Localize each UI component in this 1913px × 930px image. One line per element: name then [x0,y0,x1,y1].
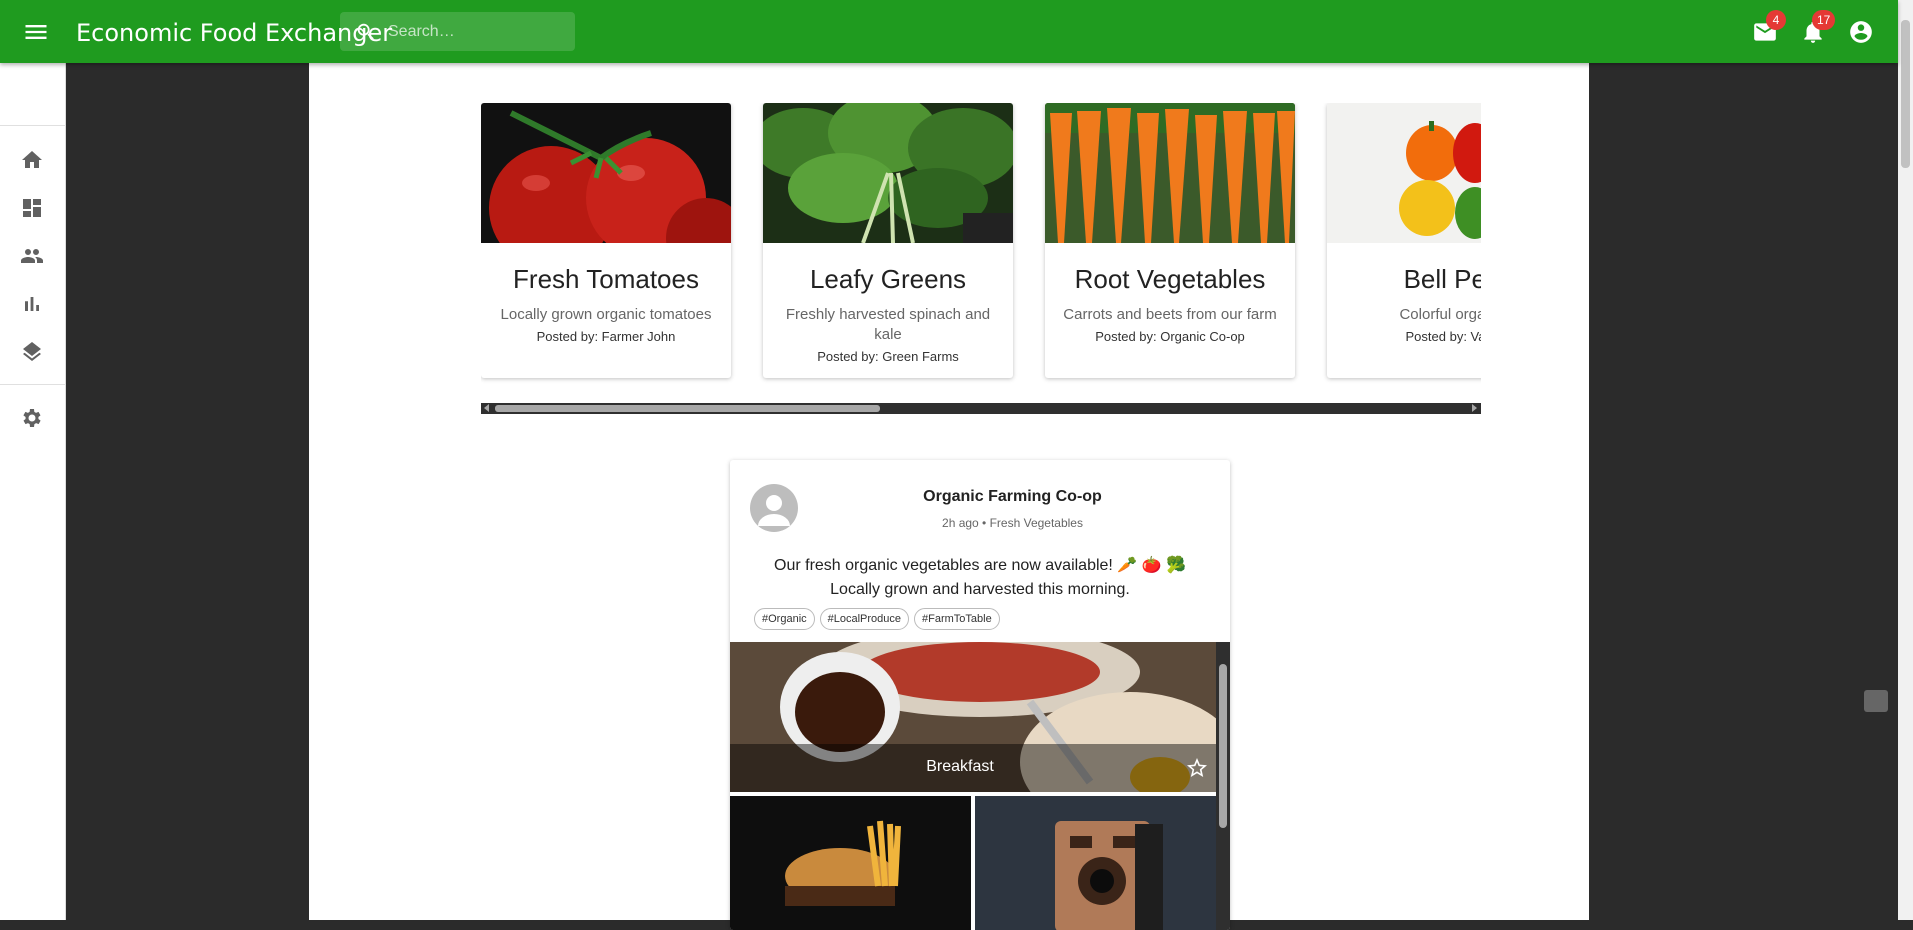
product-title: Root Vegetables [1074,264,1266,294]
product-card[interactable]: Fresh Tomatoes Locally grown organic tom… [481,103,731,378]
product-description: Freshly harvested spinach and kale [785,306,991,343]
product-card[interactable]: Leafy Greens Freshly harvested spinach a… [763,103,1013,378]
vintage-camera-image[interactable] [975,796,1216,930]
page-scrollbar[interactable] [1898,0,1913,920]
carousel-scrollbar[interactable] [481,403,1481,414]
search-input[interactable] [388,20,568,44]
product-title: Leafy Greens [809,264,967,294]
search-icon [357,23,374,40]
mail-icon[interactable]: 4 [1752,10,1786,45]
tag-chip[interactable]: #Organic [754,608,815,630]
post-text-line: Locally grown and harvested this morning… [830,581,1130,598]
post-text: Our fresh organic vegetables are now ava… [750,554,1210,602]
app-bar: Economic Food Exchanger 4 17 [0,0,1898,63]
product-card[interactable]: Bell Pep Colorful organic Posted by: Val… [1327,103,1481,378]
side-navigation [0,63,66,920]
tomatoes-image [481,103,731,278]
product-description: Colorful organic [1399,306,1481,323]
leafy-greens-image [763,103,1013,244]
product-poster: Posted by: Organic Co-op [1095,329,1245,344]
product-description: Locally grown organic tomatoes [500,306,712,323]
burger-image[interactable] [730,796,971,930]
dashboard-icon[interactable] [20,196,44,220]
tag-chip[interactable]: #LocalProduce [819,608,910,630]
tag-chip[interactable]: #FarmToTable [914,608,1000,630]
post-text-line: Our fresh organic vegetables are now ava… [774,557,1186,574]
post-card: Organic Farming Co-op 2h ago • Fresh Veg… [730,460,1230,930]
post-author[interactable]: Organic Farming Co-op [730,488,1230,506]
layers-icon[interactable] [20,340,44,364]
notification-count-badge: 17 [1812,10,1836,30]
account-circle-icon[interactable] [1848,19,1874,45]
star-icon[interactable] [1185,756,1209,780]
gallery-scrollbar[interactable] [1216,642,1230,930]
image-caption: Breakfast [926,758,994,775]
bell-peppers-image [1327,103,1481,243]
product-carousel[interactable]: Fresh Tomatoes Locally grown organic tom… [481,103,1481,443]
scrollbar-thumb[interactable] [495,405,880,412]
main-content: Fresh Tomatoes Locally grown organic tom… [309,63,1589,930]
product-description: Carrots and beets from our farm [1063,306,1277,323]
product-title: Bell Pep [1403,264,1481,294]
search-box[interactable] [340,12,575,51]
dev-tools-icon[interactable] [1864,690,1888,712]
product-poster: Posted by: Valle [1405,329,1482,344]
post-meta: 2h ago • Fresh Vegetables [942,516,1083,530]
menu-icon[interactable] [22,18,50,46]
people-icon[interactable] [20,244,44,268]
product-card[interactable]: Root Vegetables Carrots and beets from o… [1045,103,1295,378]
image-gallery[interactable]: Breakfast [730,642,1230,930]
scrollbar-thumb[interactable] [1219,664,1227,828]
scroll-right-arrow-icon[interactable] [1472,404,1477,412]
scroll-left-arrow-icon[interactable] [484,404,489,412]
divider [0,384,66,385]
home-icon[interactable] [20,148,44,172]
scrollbar-thumb[interactable] [1901,20,1910,168]
product-poster: Posted by: Green Farms [817,349,959,364]
bell-icon[interactable]: 17 [1800,10,1836,45]
product-title: Fresh Tomatoes [513,264,699,294]
divider [0,125,66,126]
settings-icon[interactable] [20,406,44,430]
bar-chart-icon[interactable] [20,292,44,316]
post-tags: #Organic #LocalProduce #FarmToTable [754,608,1000,630]
image-caption-bar: Breakfast [730,744,1216,792]
product-poster: Posted by: Farmer John [536,329,676,344]
mail-count-badge: 4 [1766,10,1786,30]
carrots-image [1045,103,1295,243]
